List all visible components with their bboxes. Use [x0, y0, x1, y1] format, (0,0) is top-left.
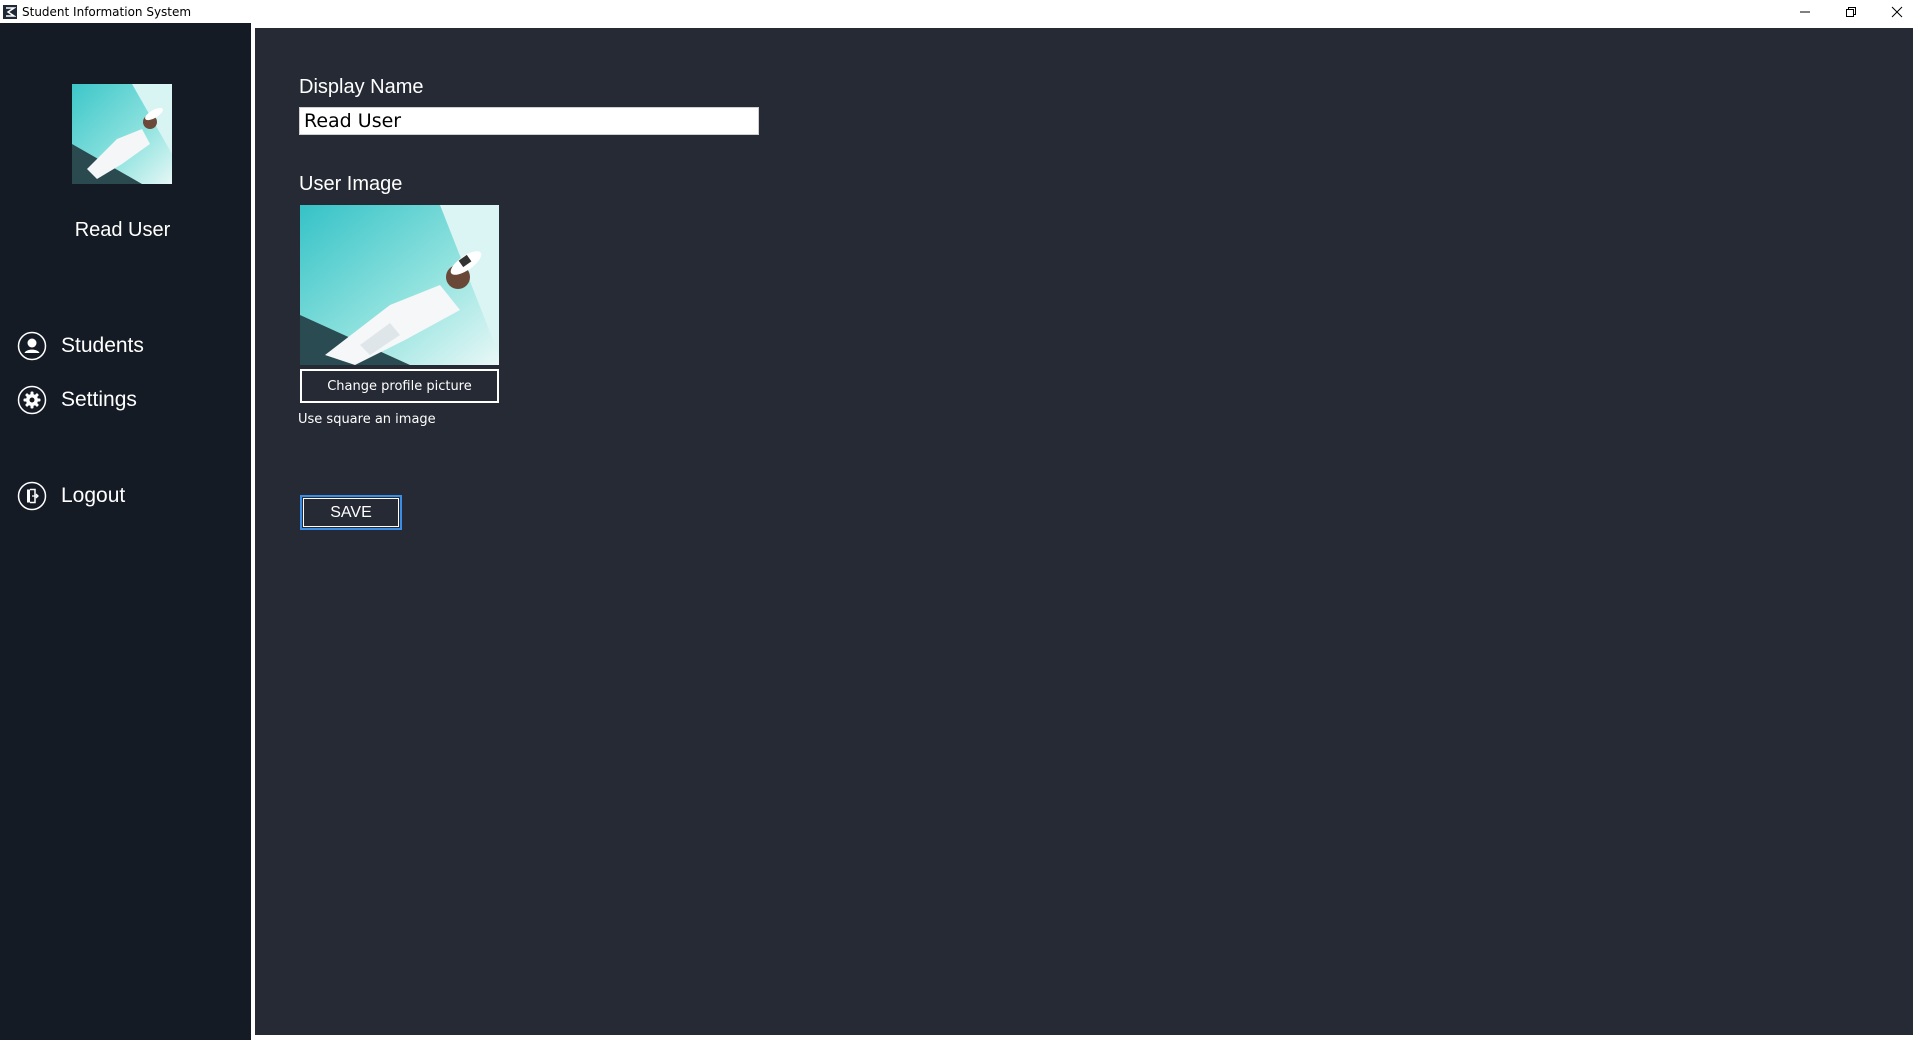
sidebar-item-label: Settings — [61, 388, 137, 411]
sidebar-username: Read User — [74, 219, 171, 241]
save-button[interactable]: SAVE — [300, 495, 402, 530]
window-title: Student Information System — [22, 4, 192, 19]
user-image-label: User Image — [299, 173, 403, 195]
title-bar: Student Information System — [0, 0, 1920, 23]
restore-button[interactable] — [1828, 0, 1874, 23]
minimize-icon — [1800, 11, 1810, 12]
display-name-input[interactable] — [299, 107, 759, 135]
gear-icon — [17, 385, 47, 415]
change-profile-picture-button[interactable]: Change profile picture — [300, 369, 499, 403]
user-image-preview — [300, 205, 499, 365]
avatar — [72, 84, 172, 184]
close-button[interactable] — [1874, 0, 1920, 23]
sidebar-item-students[interactable]: Students — [17, 331, 144, 361]
sidebar-item-label: Students — [61, 334, 144, 357]
close-icon — [1891, 6, 1903, 17]
user-icon — [17, 331, 47, 361]
window-controls — [1782, 0, 1920, 23]
image-hint-text: Use square an image — [298, 412, 436, 427]
display-name-label: Display Name — [299, 76, 424, 98]
app-window: Student Information System Read User Stu… — [0, 0, 1920, 1040]
sidebar-item-settings[interactable]: Settings — [17, 385, 137, 415]
sidebar: Read User Students Settings Logout — [0, 23, 251, 1040]
logout-icon — [17, 481, 47, 511]
app-logo-icon — [3, 4, 17, 19]
sidebar-item-logout[interactable]: Logout — [17, 481, 125, 511]
minimize-button[interactable] — [1782, 0, 1828, 23]
settings-panel: Display Name User Image — [255, 28, 1913, 1035]
sidebar-item-label: Logout — [61, 484, 126, 507]
restore-icon — [1846, 6, 1856, 17]
